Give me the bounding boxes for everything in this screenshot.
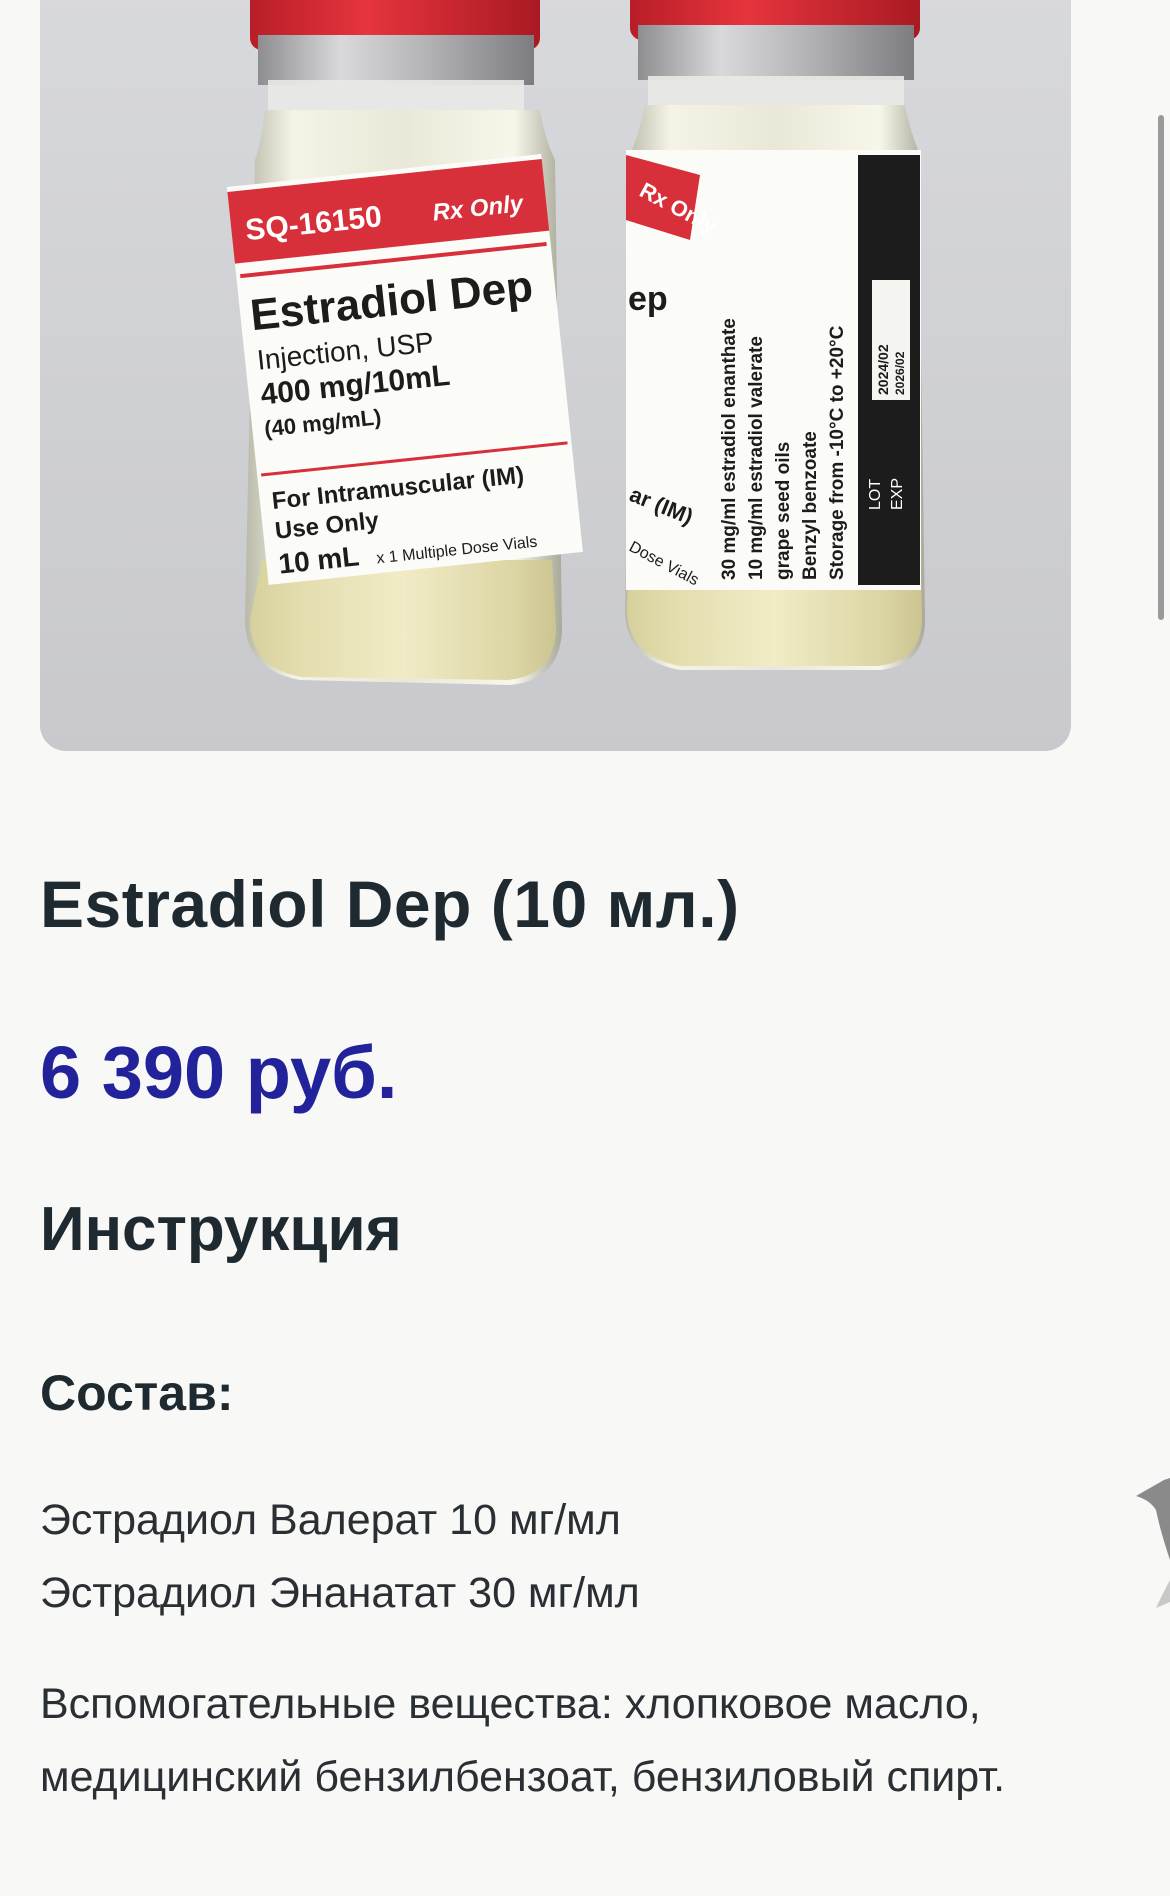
product-price: 6 390 руб. [40, 1031, 398, 1114]
ingredient-item: Эстрадиол Энанатат 30 мг/мл [40, 1569, 640, 1617]
vial-front: SQ-16150 Rx Only Estradiol Dep Injection… [226, 0, 583, 685]
edge-decoration-icon [1136, 1478, 1170, 1608]
vial-back-name-fragment: ep [628, 280, 668, 318]
vial-back: Rx Only ep ar (IM) Dose Vials 30 mg/ml e… [625, 0, 925, 670]
page-scrollbar[interactable] [1158, 115, 1164, 620]
vial-back-lot: 2024/02 [875, 344, 891, 395]
vial-back-exp: 2026/02 [893, 351, 907, 395]
vial-back-line3: grape seed oils [773, 442, 794, 580]
composition-heading: Состав: [40, 1365, 234, 1421]
vial-back-line4: Benzyl benzoate [800, 431, 821, 580]
vial-back-lot-label: LOT [867, 479, 884, 510]
ingredients-list: Эстрадиол Валерат 10 мг/мл Эстрадиол Эна… [40, 1484, 640, 1630]
instructions-heading: Инструкция [40, 1195, 402, 1264]
excipients-text: Вспомогательные вещества: хлопковое масл… [40, 1680, 1006, 1801]
vial-back-line5: Storage from -10°C to +20°C [827, 325, 848, 580]
product-image[interactable]: SQ-16150 Rx Only Estradiol Dep Injection… [40, 0, 1071, 751]
product-title: Estradiol Dep (10 мл.) [40, 867, 740, 941]
vial-back-line2: 10 mg/ml estradiol valerate [746, 336, 767, 580]
vial-back-line1: 30 mg/ml estradiol enanthate [719, 318, 740, 580]
vial-back-exp-label: EXP [889, 478, 906, 510]
ingredient-item: Эстрадиол Валерат 10 мг/мл [40, 1496, 621, 1544]
